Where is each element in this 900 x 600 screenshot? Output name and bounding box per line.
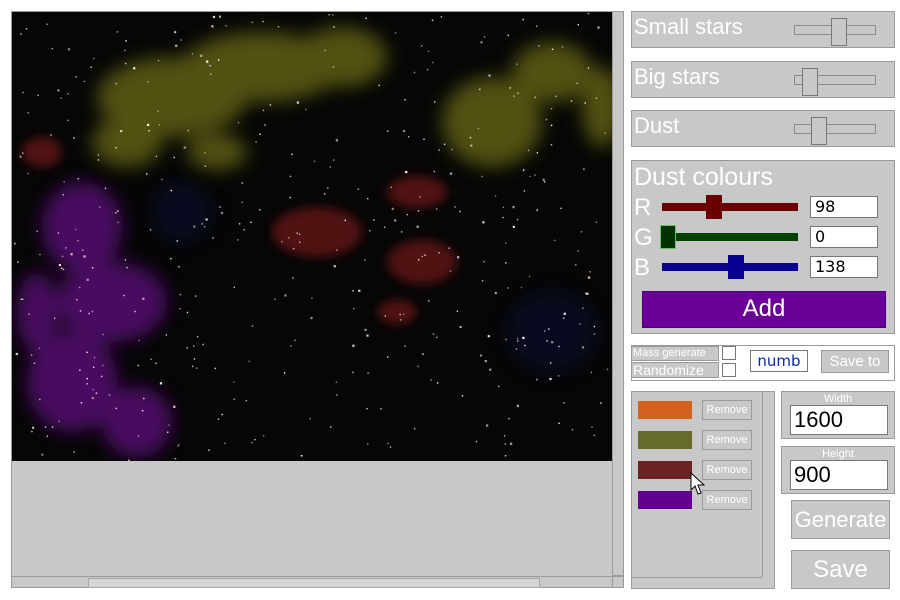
starfield-preview <box>12 12 613 461</box>
colour-swatch <box>638 401 692 419</box>
red-value-input[interactable]: 98 <box>810 196 878 218</box>
remove-colour-button[interactable]: Remove <box>702 430 752 450</box>
blue-value-input[interactable]: 138 <box>810 256 878 278</box>
horizontal-scrollbar[interactable] <box>11 576 624 588</box>
horizontal-scroll-thumb[interactable] <box>88 578 540 588</box>
colour-swatch <box>638 491 692 509</box>
small-stars-slider[interactable] <box>794 18 876 46</box>
height-input[interactable]: 900 <box>790 460 888 490</box>
generate-button[interactable]: Generate <box>791 500 890 539</box>
dust-label: Dust <box>634 113 680 138</box>
green-value-input[interactable]: 0 <box>810 226 878 248</box>
colour-list-horizontal-scrollbar[interactable] <box>632 577 762 589</box>
height-label: Height <box>822 448 854 460</box>
save-button[interactable]: Save <box>791 550 890 589</box>
starfield-image <box>14 12 613 461</box>
green-slider-thumb[interactable] <box>660 225 676 249</box>
add-colour-button[interactable]: Add <box>642 291 886 328</box>
big-stars-slider[interactable] <box>794 68 876 96</box>
red-slider-thumb[interactable] <box>706 195 723 219</box>
colour-swatch <box>638 431 692 449</box>
big-stars-label: Big stars <box>634 64 720 89</box>
remove-colour-button[interactable]: Remove <box>702 400 752 420</box>
dust-colours-panel: Dust colours R 98 G 0 B 138 Add <box>631 160 895 334</box>
vertical-scrollbar[interactable] <box>612 11 624 576</box>
blue-slider[interactable] <box>662 255 798 279</box>
width-panel: Width 1600 <box>781 391 895 439</box>
red-slider[interactable] <box>662 195 798 219</box>
dust-slider[interactable] <box>794 117 876 145</box>
blue-slider-thumb[interactable] <box>727 255 744 279</box>
width-input[interactable]: 1600 <box>790 405 888 435</box>
mass-generate-panel <box>631 345 895 381</box>
dust-colours-title: Dust colours <box>634 163 773 191</box>
scroll-corner <box>612 576 624 588</box>
green-channel-label: G <box>634 224 653 251</box>
remove-colour-button[interactable]: Remove <box>702 490 752 510</box>
small-stars-label: Small stars <box>634 14 743 39</box>
small-stars-panel: Small stars <box>631 11 895 48</box>
remove-colour-button[interactable]: Remove <box>702 460 752 480</box>
big-stars-panel: Big stars <box>631 61 895 98</box>
canvas-panel <box>11 11 614 578</box>
red-channel-label: R <box>634 194 652 221</box>
green-slider[interactable] <box>660 225 798 249</box>
blue-channel-label: B <box>634 254 651 281</box>
width-label: Width <box>823 393 853 405</box>
small-stars-slider-thumb[interactable] <box>831 18 848 46</box>
mouse-cursor-icon <box>690 472 706 495</box>
colour-swatch <box>638 461 692 479</box>
colour-list-vertical-scrollbar[interactable] <box>762 392 775 577</box>
height-panel: Height 900 <box>781 446 895 494</box>
dust-panel: Dust <box>631 110 895 147</box>
dust-slider-thumb[interactable] <box>810 117 827 145</box>
big-stars-slider-thumb[interactable] <box>802 68 819 96</box>
